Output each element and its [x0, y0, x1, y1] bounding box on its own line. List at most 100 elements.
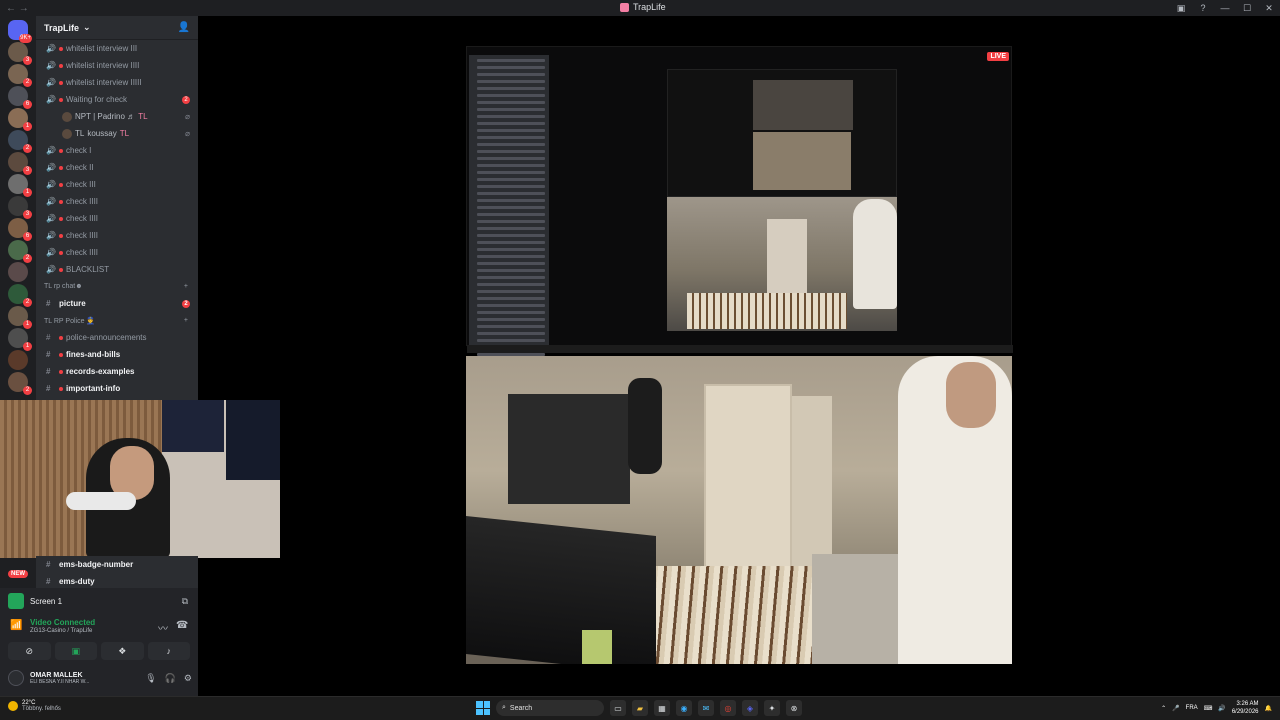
server-icon[interactable]: 1: [8, 174, 32, 197]
avatar: [62, 111, 72, 122]
category-rp-chat[interactable]: TL rp chat☻ +: [36, 278, 198, 295]
voice-channel[interactable]: 🔊 check IIII: [36, 210, 198, 227]
noise-suppression-icon[interactable]: 〰: [158, 620, 168, 635]
close-button[interactable]: ✕: [1258, 3, 1280, 14]
text-channel[interactable]: # police-announcements: [36, 329, 198, 346]
taskbar-search[interactable]: ⌕ Search: [496, 700, 604, 716]
screen-share-row[interactable]: Screen 1 ⧉: [8, 591, 188, 611]
server-icon[interactable]: [8, 262, 28, 282]
camera-off-button[interactable]: ⊘: [8, 642, 51, 660]
category-label: TL RP Police 👮: [44, 317, 96, 325]
text-channel[interactable]: # fines-and-bills: [36, 346, 198, 363]
home-dm-button[interactable]: 9K+: [8, 20, 32, 43]
weather-widget[interactable]: 22°C Többny. felhős: [8, 700, 61, 712]
windows-taskbar: 22°C Többny. felhős ⌕ Search ▭ ▰ ▦ ◉ ✉ ◎…: [0, 696, 1280, 720]
disconnect-icon[interactable]: ☎: [176, 620, 188, 631]
popout-icon[interactable]: ⧉: [182, 596, 188, 607]
speaker-icon: 🔊: [46, 214, 56, 223]
server-icon[interactable]: 1: [8, 306, 32, 329]
channel-label: records-examples: [66, 367, 135, 376]
voice-channel[interactable]: 🔊 check IIII: [36, 227, 198, 244]
unread-badge: 2: [23, 298, 32, 307]
soundboard-button[interactable]: ♪: [147, 642, 190, 660]
avatar[interactable]: [8, 670, 24, 686]
language-indicator[interactable]: FRA: [1186, 705, 1198, 711]
channel-picture[interactable]: # picture 2: [36, 295, 198, 312]
discord-icon[interactable]: ◈: [742, 700, 758, 716]
voice-user[interactable]: NPT | Padrino ♬ TL ⌀: [36, 108, 198, 125]
app-title: TrapLife: [620, 2, 666, 12]
activities-button[interactable]: ❖: [101, 642, 144, 660]
voice-channel[interactable]: 🔊 whitelist interview III: [36, 40, 198, 57]
headphones-icon[interactable]: 🎧: [165, 673, 176, 684]
edge-icon[interactable]: ◉: [676, 700, 692, 716]
minimize-button[interactable]: —: [1214, 3, 1236, 13]
server-icon[interactable]: 3: [8, 152, 32, 175]
server-icon[interactable]: 2: [8, 130, 32, 153]
voice-channel[interactable]: 🔊 check IIII: [36, 244, 198, 261]
server-icon[interactable]: 2: [8, 284, 32, 307]
microphone-icon[interactable]: 🎙: [145, 673, 156, 684]
start-button[interactable]: [476, 701, 490, 715]
username: OMAR MALLEK: [30, 671, 83, 679]
channel-label: check IIII: [66, 197, 99, 206]
voice-channel[interactable]: 🔊 check II: [36, 159, 198, 176]
server-icon[interactable]: 3: [8, 42, 32, 65]
voice-channel[interactable]: 🔊 whitelist interview IIIII: [36, 74, 198, 91]
channel-label: police-announcements: [66, 333, 147, 342]
gear-icon[interactable]: ⚙: [184, 673, 192, 684]
add-member-icon[interactable]: 👤: [178, 22, 190, 33]
voice-channel[interactable]: 🔊 check IIII: [36, 193, 198, 210]
text-channel[interactable]: # records-examples: [36, 363, 198, 380]
taskbar-apps: ⌕ Search ▭ ▰ ▦ ◉ ✉ ◎ ◈ ✦ ⊗: [476, 700, 802, 716]
file-explorer-icon[interactable]: ▰: [632, 700, 648, 716]
add-channel-icon[interactable]: +: [184, 317, 188, 324]
voice-user[interactable]: TL koussay TL ⌀: [36, 125, 198, 142]
voice-channel[interactable]: 🔊 Waiting for check 2: [36, 91, 198, 108]
channel-ems-badge[interactable]: # ems-badge-number: [36, 556, 198, 573]
status-dot-icon: [59, 352, 63, 357]
server-icon[interactable]: [8, 350, 28, 370]
obs-icon[interactable]: ⊗: [786, 700, 802, 716]
avatar: [62, 128, 72, 139]
app-icon[interactable]: ✦: [764, 700, 780, 716]
nav-arrows[interactable]: ← →: [0, 3, 40, 14]
guild-name: TrapLife: [44, 22, 80, 33]
voice-channel[interactable]: 🔊 whitelist interview IIII: [36, 57, 198, 74]
server-icon[interactable]: 6: [8, 218, 32, 241]
task-view-icon[interactable]: ▭: [610, 700, 626, 716]
share-screen-button[interactable]: ▣: [54, 642, 97, 660]
inbox-icon[interactable]: ▣: [1170, 3, 1192, 14]
server-icon[interactable]: 2: [8, 240, 32, 263]
voice-user-name: TL: [75, 129, 85, 138]
mail-icon[interactable]: ✉: [698, 700, 714, 716]
server-icon[interactable]: 1: [8, 328, 32, 351]
network-icon[interactable]: ⌨: [1204, 705, 1213, 712]
category-police[interactable]: TL RP Police 👮 +: [36, 312, 198, 329]
text-channel[interactable]: # important-info: [36, 380, 198, 397]
notification-icon[interactable]: 🔔: [1265, 705, 1272, 712]
clock[interactable]: 3:26 AM 6/29/2026: [1232, 700, 1259, 716]
server-icon[interactable]: 1: [8, 108, 32, 131]
channel-label: whitelist interview III: [66, 44, 138, 53]
server-icon[interactable]: 2: [8, 64, 32, 87]
voice-channel[interactable]: 🔊 check III: [36, 176, 198, 193]
server-icon[interactable]: 2: [8, 372, 32, 395]
voice-channel[interactable]: 🔊 BLACKLIST: [36, 261, 198, 278]
room-camera-view[interactable]: [466, 356, 1012, 664]
signal-icon[interactable]: 📶: [10, 620, 22, 631]
mic-tray-icon[interactable]: 🎤: [1172, 705, 1179, 712]
add-channel-icon[interactable]: +: [184, 283, 188, 290]
volume-icon[interactable]: 🔊: [1218, 705, 1225, 712]
store-icon[interactable]: ▦: [654, 700, 670, 716]
maximize-button[interactable]: ☐: [1236, 3, 1258, 14]
guild-header[interactable]: TrapLife ⌄ 👤: [36, 16, 198, 40]
server-icon[interactable]: 3: [8, 196, 32, 219]
voice-channel[interactable]: 🔊 check I: [36, 142, 198, 159]
chrome-icon[interactable]: ◎: [720, 700, 736, 716]
server-icon[interactable]: 6: [8, 86, 32, 109]
help-icon[interactable]: ?: [1192, 3, 1214, 13]
voice-action-row: ⊘ ▣ ❖ ♪: [8, 642, 190, 660]
chevron-up-icon[interactable]: ⌃: [1161, 705, 1166, 712]
stream-preview[interactable]: LIVE: [466, 46, 1013, 447]
